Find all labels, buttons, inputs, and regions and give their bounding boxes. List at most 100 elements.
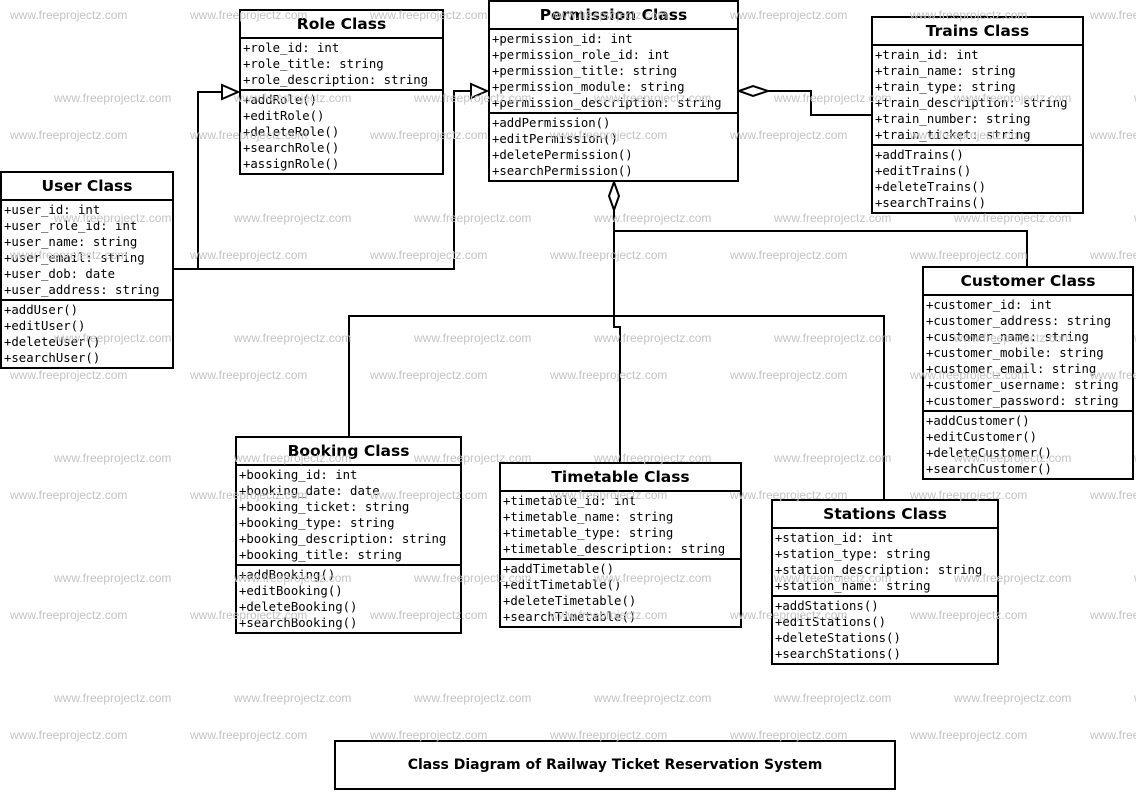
class-method: +addTrains() — [875, 148, 964, 162]
customer-permission-aggregation-line — [614, 230, 1028, 267]
timetable-attributes: +timetable_id: int +timetable_name: strin… — [501, 492, 740, 560]
class-attribute: +timetable_description: string — [503, 542, 726, 556]
class-attribute: +permission_module: string — [492, 80, 685, 94]
timetable-methods: +addTimetable() +editTimetable() +deleteTi… — [501, 560, 740, 626]
class-attribute: +customer_mobile: string — [926, 346, 1104, 360]
class-attribute: +station_name: string — [775, 579, 931, 593]
class-method: +addPermission() — [492, 116, 611, 130]
class-method: +addBooking() — [239, 568, 336, 582]
trains-class-title: Trains Class — [873, 18, 1082, 46]
permission-attributes: +permission_id: int +permission_role_id: … — [490, 30, 737, 114]
class-method: +searchPermission() — [492, 164, 633, 178]
generalization-arrowhead-permission — [470, 82, 490, 100]
class-method: +searchBooking() — [239, 616, 358, 630]
class-method: +addRole() — [243, 93, 318, 107]
class-attribute: +train_ticket: string — [875, 128, 1031, 142]
role-class-box[interactable]: Role Class +role_id: int +role_title: str… — [239, 9, 444, 175]
class-attribute: +booking_date: date — [239, 484, 380, 498]
class-attribute: +train_id: int — [875, 48, 979, 62]
class-attribute: +booking_id: int — [239, 468, 358, 482]
class-method: +deletePermission() — [492, 148, 633, 162]
class-method: +editUser() — [4, 319, 86, 333]
permission-class-box[interactable]: Permission Class +permission_id: int +per… — [488, 0, 739, 182]
class-attribute: +customer_address: string — [926, 314, 1112, 328]
class-attribute: +role_id: int — [243, 41, 340, 55]
user-attributes: +user_id: int +user_role_id: int +user_nam… — [2, 201, 172, 301]
class-attribute: +customer_password: string — [926, 394, 1119, 408]
class-attribute: +booking_title: string — [239, 548, 402, 562]
class-attribute: +booking_description: string — [239, 532, 447, 546]
stations-methods: +addStations() +editStations() +deleteStat… — [773, 597, 997, 663]
class-method: +deleteUser() — [4, 335, 101, 349]
class-attribute: +booking_type: string — [239, 516, 395, 530]
class-method: +editRole() — [243, 109, 325, 123]
booking-attributes: +booking_id: int +booking_date: date +book… — [237, 466, 460, 566]
class-attribute: +user_id: int — [4, 203, 101, 217]
class-attribute: +train_description: string — [875, 96, 1068, 110]
class-attribute: +train_name: string — [875, 64, 1016, 78]
user-methods: +addUser() +editUser() +deleteUser() +searc… — [2, 301, 172, 367]
class-method: +deleteBooking() — [239, 600, 358, 614]
class-attribute: +customer_username: string — [926, 378, 1119, 392]
customer-methods: +addCustomer() +editCustomer() +deleteCust… — [924, 412, 1132, 478]
class-method: +deleteStations() — [775, 631, 901, 645]
class-method: +deleteCustomer() — [926, 446, 1052, 460]
class-attribute: +timetable_id: int — [503, 494, 637, 508]
class-attribute: +station_type: string — [775, 547, 931, 561]
user-role-generalization-line — [173, 91, 222, 270]
class-attribute: +permission_title: string — [492, 64, 678, 78]
user-class-title: User Class — [2, 173, 172, 201]
role-attributes: +role_id: int +role_title: string +role_de… — [241, 39, 442, 91]
stations-attributes: +station_id: int +station_type: string +st… — [773, 529, 997, 597]
class-attribute: +user_address: string — [4, 283, 160, 297]
class-method: +searchTimetable() — [503, 610, 637, 624]
stations-class-box[interactable]: Stations Class +station_id: int +station_… — [771, 499, 999, 665]
booking-class-box[interactable]: Booking Class +booking_id: int +booking_d… — [235, 436, 462, 634]
class-method: +deleteTrains() — [875, 180, 987, 194]
class-attribute: +station_id: int — [775, 531, 894, 545]
class-method: +editCustomer() — [926, 430, 1038, 444]
class-attribute: +customer_email: string — [926, 362, 1097, 376]
class-attribute: +permission_description: string — [492, 96, 722, 110]
class-attribute: +timetable_name: string — [503, 510, 674, 524]
class-method: +addStations() — [775, 599, 879, 613]
permission-class-title: Permission Class — [490, 2, 737, 30]
class-method: +searchTrains() — [875, 196, 987, 210]
user-class-box[interactable]: User Class +user_id: int +user_role_id: i… — [0, 171, 174, 369]
customer-attributes: +customer_id: int +customer_address: stri… — [924, 296, 1132, 412]
permission-methods: +addPermission() +editPermission() +delete… — [490, 114, 737, 180]
role-class-title: Role Class — [241, 11, 442, 39]
trains-attributes: +train_id: int +train_name: string +train_… — [873, 46, 1082, 146]
class-method: +editTimetable() — [503, 578, 622, 592]
class-method: +assignRole() — [243, 157, 340, 171]
class-attribute: +timetable_type: string — [503, 526, 674, 540]
customer-class-box[interactable]: Customer Class +customer_id: int +custome… — [922, 266, 1134, 480]
class-attribute: +permission_role_id: int — [492, 48, 670, 62]
class-attribute: +role_title: string — [243, 57, 384, 71]
class-attribute: +train_type: string — [875, 80, 1016, 94]
trains-methods: +addTrains() +editTrains() +deleteTrains()… — [873, 146, 1082, 212]
timetable-class-box[interactable]: Timetable Class +timetable_id: int +timet… — [499, 462, 742, 628]
booking-methods: +addBooking() +editBooking() +deleteBookin… — [237, 566, 460, 632]
class-method: +searchRole() — [243, 141, 340, 155]
class-attribute: +user_dob: date — [4, 267, 116, 281]
class-method: +deleteRole() — [243, 125, 340, 139]
class-attribute: +station_description: string — [775, 563, 983, 577]
booking-class-title: Booking Class — [237, 438, 460, 466]
class-method: +deleteTimetable() — [503, 594, 637, 608]
class-method: +searchCustomer() — [926, 462, 1052, 476]
class-attribute: +permission_id: int — [492, 32, 633, 46]
class-attribute: +user_email: string — [4, 251, 145, 265]
timetable-class-title: Timetable Class — [501, 464, 740, 492]
class-method: +editBooking() — [239, 584, 343, 598]
customer-class-title: Customer Class — [924, 268, 1132, 296]
class-attribute: +customer_id: int — [926, 298, 1052, 312]
role-methods: +addRole() +editRole() +deleteRole() +searc… — [241, 91, 442, 173]
trains-class-box[interactable]: Trains Class +train_id: int +train_name: … — [871, 16, 1084, 214]
timetable-permission-aggregation-line — [613, 316, 621, 463]
class-method: +editTrains() — [875, 164, 972, 178]
class-method: +searchUser() — [4, 351, 101, 365]
class-attribute: +user_name: string — [4, 235, 138, 249]
class-method: +addUser() — [4, 303, 79, 317]
stations-class-title: Stations Class — [773, 501, 997, 529]
